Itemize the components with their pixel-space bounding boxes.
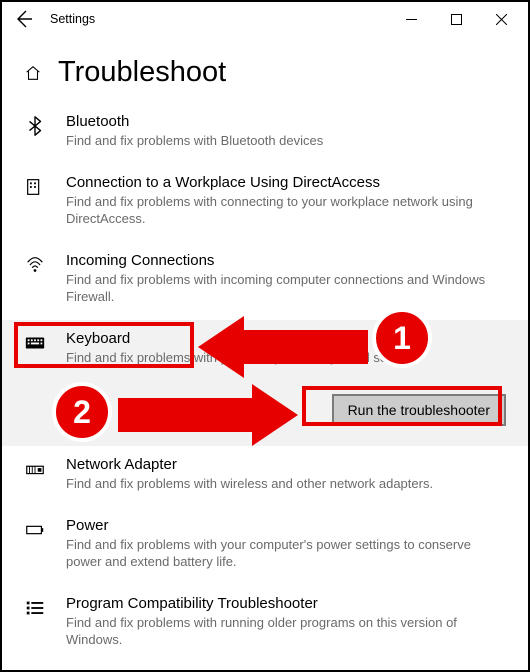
item-desc: Find and fix problems with incoming comp… xyxy=(66,271,506,306)
maximize-icon xyxy=(451,14,462,25)
troubleshoot-list: Bluetooth Find and fix problems with Blu… xyxy=(2,103,528,663)
compatibility-icon xyxy=(24,597,50,649)
item-incoming-connections[interactable]: Incoming Connections Find and fix proble… xyxy=(2,242,528,320)
item-desc: Find and fix problems with your computer… xyxy=(66,536,506,571)
item-desc: Find and fix problems with connecting to… xyxy=(66,193,506,228)
run-area: Run the troubleshooter xyxy=(2,380,528,446)
item-title: Bluetooth xyxy=(66,113,506,130)
item-program-compatibility[interactable]: Program Compatibility Troubleshooter Fin… xyxy=(2,585,528,663)
item-directaccess[interactable]: Connection to a Workplace Using DirectAc… xyxy=(2,164,528,242)
item-desc: Find and fix problems with running older… xyxy=(66,614,506,649)
item-bluetooth[interactable]: Bluetooth Find and fix problems with Blu… xyxy=(2,103,528,164)
item-keyboard[interactable]: Keyboard Find and fix problems with your… xyxy=(2,320,528,381)
close-icon xyxy=(496,14,507,25)
item-desc: Find and fix problems with your computer… xyxy=(66,349,506,367)
minimize-icon xyxy=(406,14,417,25)
network-adapter-icon xyxy=(24,458,50,493)
close-button[interactable] xyxy=(479,4,524,34)
item-power[interactable]: Power Find and fix problems with your co… xyxy=(2,507,528,585)
keyboard-icon xyxy=(24,332,50,367)
page-header: Troubleshoot xyxy=(2,36,528,103)
item-title: Connection to a Workplace Using DirectAc… xyxy=(66,174,506,191)
bluetooth-icon xyxy=(24,115,50,150)
item-network-adapter[interactable]: Network Adapter Find and fix problems wi… xyxy=(2,446,528,507)
home-icon[interactable] xyxy=(24,64,42,82)
arrow-left-icon xyxy=(12,7,36,31)
item-title: Program Compatibility Troubleshooter xyxy=(66,595,506,612)
item-title: Power xyxy=(66,517,506,534)
titlebar: Settings xyxy=(2,2,528,36)
page-title: Troubleshoot xyxy=(58,56,226,89)
run-troubleshooter-button[interactable]: Run the troubleshooter xyxy=(332,394,506,426)
minimize-button[interactable] xyxy=(389,4,434,34)
workplace-icon xyxy=(24,176,50,228)
back-button[interactable] xyxy=(12,7,36,31)
item-title: Incoming Connections xyxy=(66,252,506,269)
item-desc: Find and fix problems with Bluetooth dev… xyxy=(66,132,506,150)
maximize-button[interactable] xyxy=(434,4,479,34)
item-desc: Find and fix problems with wireless and … xyxy=(66,475,506,493)
power-icon xyxy=(24,519,50,571)
incoming-icon xyxy=(24,254,50,306)
item-title: Network Adapter xyxy=(66,456,506,473)
item-title: Keyboard xyxy=(66,330,506,347)
app-title: Settings xyxy=(50,12,95,26)
